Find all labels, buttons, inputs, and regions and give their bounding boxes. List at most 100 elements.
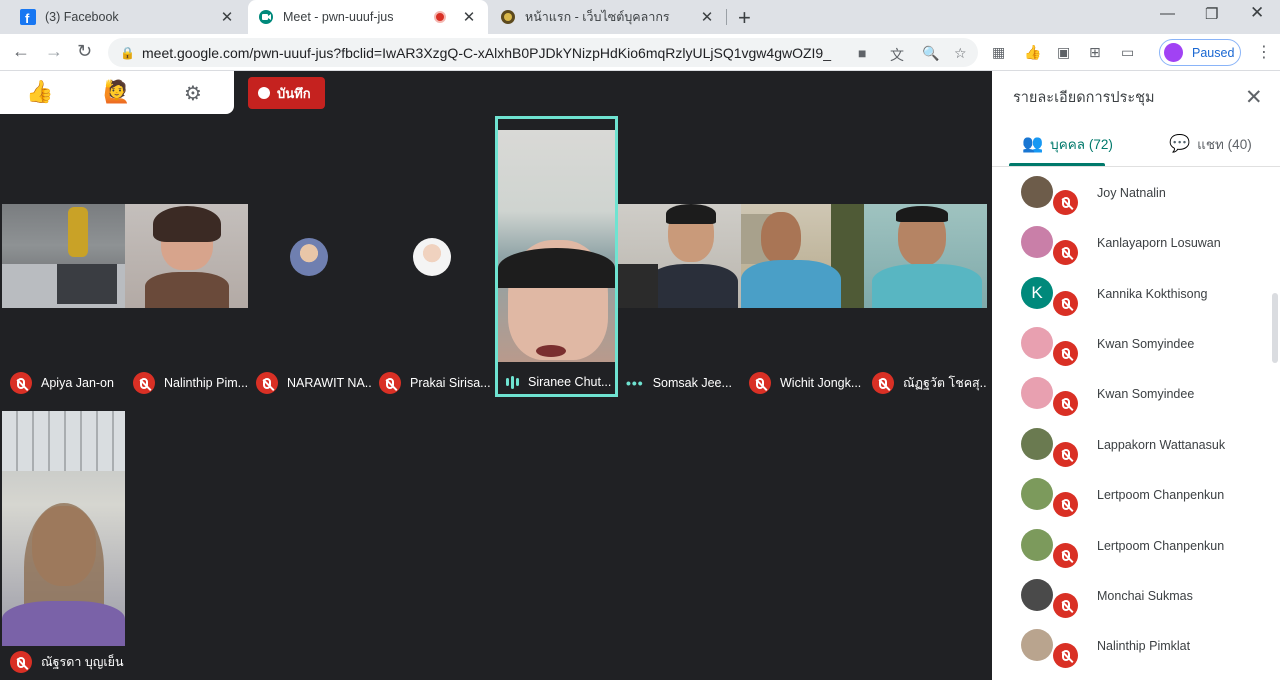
browser-menu-icon[interactable]: ⋮ xyxy=(1256,42,1272,62)
zoom-icon[interactable]: 🔍 xyxy=(922,45,939,62)
tab-title: Meet - pwn-uuuf-jus xyxy=(283,10,394,24)
participant-tile[interactable]: Apiya Jan-on xyxy=(2,204,125,397)
participant-video xyxy=(618,204,741,308)
camera-icon[interactable]: ■ xyxy=(858,45,866,61)
list-item[interactable]: Kanlayaporn Losuwan xyxy=(992,218,1267,268)
recording-icon xyxy=(434,11,446,23)
avatar xyxy=(1164,43,1183,62)
record-button[interactable]: บันทึก xyxy=(248,77,325,109)
participant-tile[interactable]: Nalinthip Pim... xyxy=(125,204,248,397)
address-bar[interactable]: 🔒 meet.google.com/pwn-uuuf-jus?fbclid=Iw… xyxy=(108,38,978,67)
mic-off-icon xyxy=(872,372,894,394)
avatar xyxy=(1021,579,1053,611)
participant-tile[interactable]: ณัฏฐวัต โชคสุ... xyxy=(864,204,987,397)
list-item[interactable]: Joy Natnalin xyxy=(992,168,1267,218)
participant-video xyxy=(2,204,125,308)
avatar xyxy=(1021,176,1053,208)
tab-divider xyxy=(726,9,727,25)
participant-avatar xyxy=(413,238,451,276)
mic-off-icon xyxy=(256,372,278,394)
participant-tile[interactable]: ••• Somsak Jee... xyxy=(618,204,741,397)
bookmark-star-icon[interactable]: ☆ xyxy=(954,45,967,62)
participant-name: Apiya Jan-on xyxy=(41,376,114,390)
mic-off-icon xyxy=(1053,442,1078,467)
window-close-button[interactable]: ✕ xyxy=(1250,3,1264,23)
panel-scrollbar[interactable] xyxy=(1272,293,1278,363)
list-item[interactable]: Kwan Somyindee xyxy=(992,369,1267,419)
back-button[interactable]: ← xyxy=(12,41,30,62)
svg-text:f: f xyxy=(25,11,30,25)
restore-button[interactable]: ❐ xyxy=(1205,5,1218,23)
list-item[interactable]: Lappakorn Wattanasuk xyxy=(992,420,1267,470)
participant-name: NARAWIT NA... xyxy=(287,376,371,390)
new-tab-button[interactable]: + xyxy=(738,5,751,31)
avatar xyxy=(1021,529,1053,561)
close-icon[interactable]: ✕ xyxy=(460,8,478,26)
thumbs-up-extension-icon[interactable]: 👍 xyxy=(1024,44,1041,61)
raise-hand-button[interactable]: 🙋 xyxy=(103,79,130,105)
tab-title: หน้าแรก - เว็บไซต์บุคลากร xyxy=(525,10,670,24)
close-panel-icon[interactable]: ✕ xyxy=(1245,85,1263,110)
table-extension-icon[interactable]: ⊞ xyxy=(1089,44,1101,61)
google-meet-icon xyxy=(258,9,274,25)
cast-icon[interactable]: ▭ xyxy=(1121,44,1134,61)
participant-tile-active-speaker[interactable]: Siranee Chut... xyxy=(495,116,618,397)
audio-level-icon xyxy=(506,375,519,389)
person-name: Monchai Sukmas xyxy=(1097,589,1193,603)
grid-extension-icon[interactable]: ▦ xyxy=(992,44,1005,61)
tab-chat[interactable]: 💬 แชท (40) xyxy=(1169,133,1252,155)
participant-name: ณัฐรดา บุญเย็น xyxy=(41,655,124,669)
tab-people-label: บุคคล (72) xyxy=(1050,137,1113,152)
tab-facebook[interactable]: f (3) Facebook ✕ xyxy=(10,0,246,34)
people-list: Joy Natnalin Kanlayaporn Losuwan K Kanni… xyxy=(992,168,1280,680)
record-label: บันทึก xyxy=(277,85,311,101)
avatar xyxy=(1021,377,1053,409)
thumbs-up-reaction-button[interactable]: 👍 xyxy=(26,79,53,105)
profile-button[interactable]: Paused xyxy=(1159,39,1241,66)
lock-icon: 🔒 xyxy=(120,45,135,60)
participant-name: Siranee Chut... xyxy=(528,375,612,389)
mic-off-icon xyxy=(1053,391,1078,416)
participant-name: Prakai Sirisa... xyxy=(410,376,491,390)
list-item[interactable]: Monchai Sukmas xyxy=(992,571,1267,621)
close-icon[interactable]: ✕ xyxy=(698,8,716,26)
tab-personnel-site[interactable]: หน้าแรก - เว็บไซต์บุคลากร ✕ xyxy=(490,0,726,34)
mic-off-icon xyxy=(1053,643,1078,668)
participant-name: ณัฏฐวัต โชคสุ... xyxy=(903,376,987,390)
list-item[interactable]: K Kannika Kokthisong xyxy=(992,269,1267,319)
person-name: Lappakorn Wattanasuk xyxy=(1097,438,1226,452)
tab-title: (3) Facebook xyxy=(45,10,119,24)
participant-tile[interactable]: Wichit Jongk... xyxy=(741,204,864,397)
facebook-icon: f xyxy=(20,9,36,25)
person-name: Kannika Kokthisong xyxy=(1097,287,1208,301)
participant-tile[interactable]: NARAWIT NA... xyxy=(248,204,371,397)
list-item[interactable]: Lertpoom Chanpenkun xyxy=(992,470,1267,520)
reload-button[interactable]: ↻ xyxy=(77,41,92,62)
tab-meet[interactable]: Meet - pwn-uuuf-jus ✕ xyxy=(248,0,488,34)
mic-off-icon xyxy=(1053,240,1078,265)
mic-off-icon xyxy=(1053,190,1078,215)
tab-chat-label: แชท (40) xyxy=(1197,137,1252,152)
participant-name: Somsak Jee... xyxy=(652,376,732,390)
list-item[interactable]: Kwan Somyindee xyxy=(992,319,1267,369)
settings-gear-icon[interactable]: ⚙ xyxy=(184,81,202,106)
participant-video xyxy=(498,130,615,362)
participant-tile[interactable]: Prakai Sirisa... xyxy=(371,204,494,397)
mic-off-icon xyxy=(749,372,771,394)
picture-in-picture-icon[interactable]: ▣ xyxy=(1057,44,1070,61)
translate-icon[interactable]: 文 xyxy=(890,45,904,65)
list-item[interactable]: Nalinthip Pimklat xyxy=(992,621,1267,671)
close-icon[interactable]: ✕ xyxy=(218,8,236,26)
tab-people[interactable]: 👥 บุคคล (72) xyxy=(1022,133,1113,155)
participant-tile[interactable]: ณัฐรดา บุญเย็น xyxy=(2,411,125,678)
minimize-button[interactable]: — xyxy=(1160,5,1175,22)
list-item[interactable]: Lertpoom Chanpenkun xyxy=(992,521,1267,571)
avatar xyxy=(1021,226,1053,258)
mic-off-icon xyxy=(1053,593,1078,618)
participant-video xyxy=(125,204,248,308)
person-name: Lertpoom Chanpenkun xyxy=(1097,488,1225,502)
avatar xyxy=(1021,478,1053,510)
url-text[interactable]: meet.google.com/pwn-uuuf-jus?fbclid=IwAR… xyxy=(142,45,832,61)
site-seal-icon xyxy=(500,9,516,25)
forward-button[interactable]: → xyxy=(45,41,63,62)
